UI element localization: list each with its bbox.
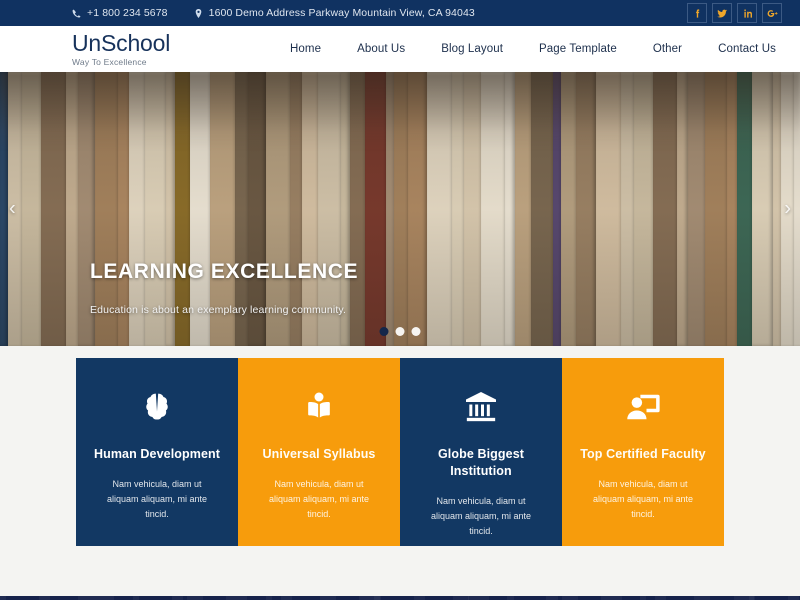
top-contact-bar: +1 800 234 5678 1600 Demo Address Parkwa…	[0, 0, 800, 26]
phone-icon	[72, 8, 81, 19]
contact-info-group: +1 800 234 5678 1600 Demo Address Parkwa…	[72, 7, 475, 19]
twitter-icon[interactable]	[712, 3, 732, 23]
slider-dots	[380, 327, 421, 336]
logo-tagline: Way To Excellence	[72, 57, 170, 67]
address-text: 1600 Demo Address Parkway Mountain View,…	[209, 7, 475, 19]
phone-number: +1 800 234 5678	[87, 7, 168, 19]
hero-title: LEARNING EXCELLENCE	[90, 260, 358, 284]
facebook-icon[interactable]	[687, 3, 707, 23]
feature-card-title: Top Certified Faculty	[576, 446, 710, 463]
hero-subtitle: Education is about an exemplary learning…	[90, 304, 358, 316]
hero-text-block: LEARNING EXCELLENCE Education is about a…	[90, 260, 358, 316]
site-header: UnSchool Way To Excellence Home About Us…	[0, 26, 800, 72]
feature-card-text: Nam vehicula, diam ut aliquam aliquam, m…	[414, 494, 548, 540]
nav-item-contact-us[interactable]: Contact Us	[700, 43, 776, 55]
social-links	[687, 3, 782, 23]
linkedin-icon[interactable]	[737, 3, 757, 23]
slider-next-arrow-icon[interactable]: ›	[784, 198, 791, 221]
feature-card-top-certified-faculty[interactable]: Top Certified Faculty Nam vehicula, diam…	[562, 358, 724, 546]
nav-item-home[interactable]: Home	[272, 43, 339, 55]
feature-cards: Human Development Nam vehicula, diam ut …	[0, 358, 800, 546]
nav-item-about-us[interactable]: About Us	[339, 43, 423, 55]
googleplus-icon[interactable]	[762, 3, 782, 23]
logo-title: UnSchool	[72, 31, 170, 55]
feature-card-title: Human Development	[90, 446, 224, 463]
feature-card-globe-biggest-institution[interactable]: Globe Biggest Institution Nam vehicula, …	[400, 358, 562, 546]
slider-prev-arrow-icon[interactable]: ‹	[9, 198, 16, 221]
brain-icon	[90, 384, 224, 430]
hero-slider: LEARNING EXCELLENCE Education is about a…	[0, 72, 800, 346]
slider-dot-1[interactable]	[380, 327, 389, 336]
nav-item-other[interactable]: Other	[635, 43, 700, 55]
address-contact[interactable]: 1600 Demo Address Parkway Mountain View,…	[194, 7, 475, 19]
presenter-board-icon	[576, 384, 710, 430]
feature-card-human-development[interactable]: Human Development Nam vehicula, diam ut …	[76, 358, 238, 546]
slider-dot-2[interactable]	[396, 327, 405, 336]
phone-contact[interactable]: +1 800 234 5678	[72, 7, 168, 19]
institution-bank-icon	[414, 384, 548, 430]
feature-card-title: Universal Syllabus	[252, 446, 386, 463]
person-reading-book-icon	[252, 384, 386, 430]
feature-card-title: Globe Biggest Institution	[414, 446, 548, 480]
logo[interactable]: UnSchool Way To Excellence	[72, 31, 170, 66]
next-section-preview	[0, 596, 800, 600]
feature-card-universal-syllabus[interactable]: Universal Syllabus Nam vehicula, diam ut…	[238, 358, 400, 546]
slider-dot-3[interactable]	[412, 327, 421, 336]
feature-card-text: Nam vehicula, diam ut aliquam aliquam, m…	[252, 477, 386, 523]
nav-item-blog-layout[interactable]: Blog Layout	[423, 43, 521, 55]
feature-card-text: Nam vehicula, diam ut aliquam aliquam, m…	[90, 477, 224, 523]
main-navigation: Home About Us Blog Layout Page Template …	[272, 43, 776, 55]
nav-item-page-template[interactable]: Page Template	[521, 43, 635, 55]
map-pin-icon	[194, 8, 203, 19]
feature-card-text: Nam vehicula, diam ut aliquam aliquam, m…	[576, 477, 710, 523]
section-spacer	[0, 546, 800, 596]
